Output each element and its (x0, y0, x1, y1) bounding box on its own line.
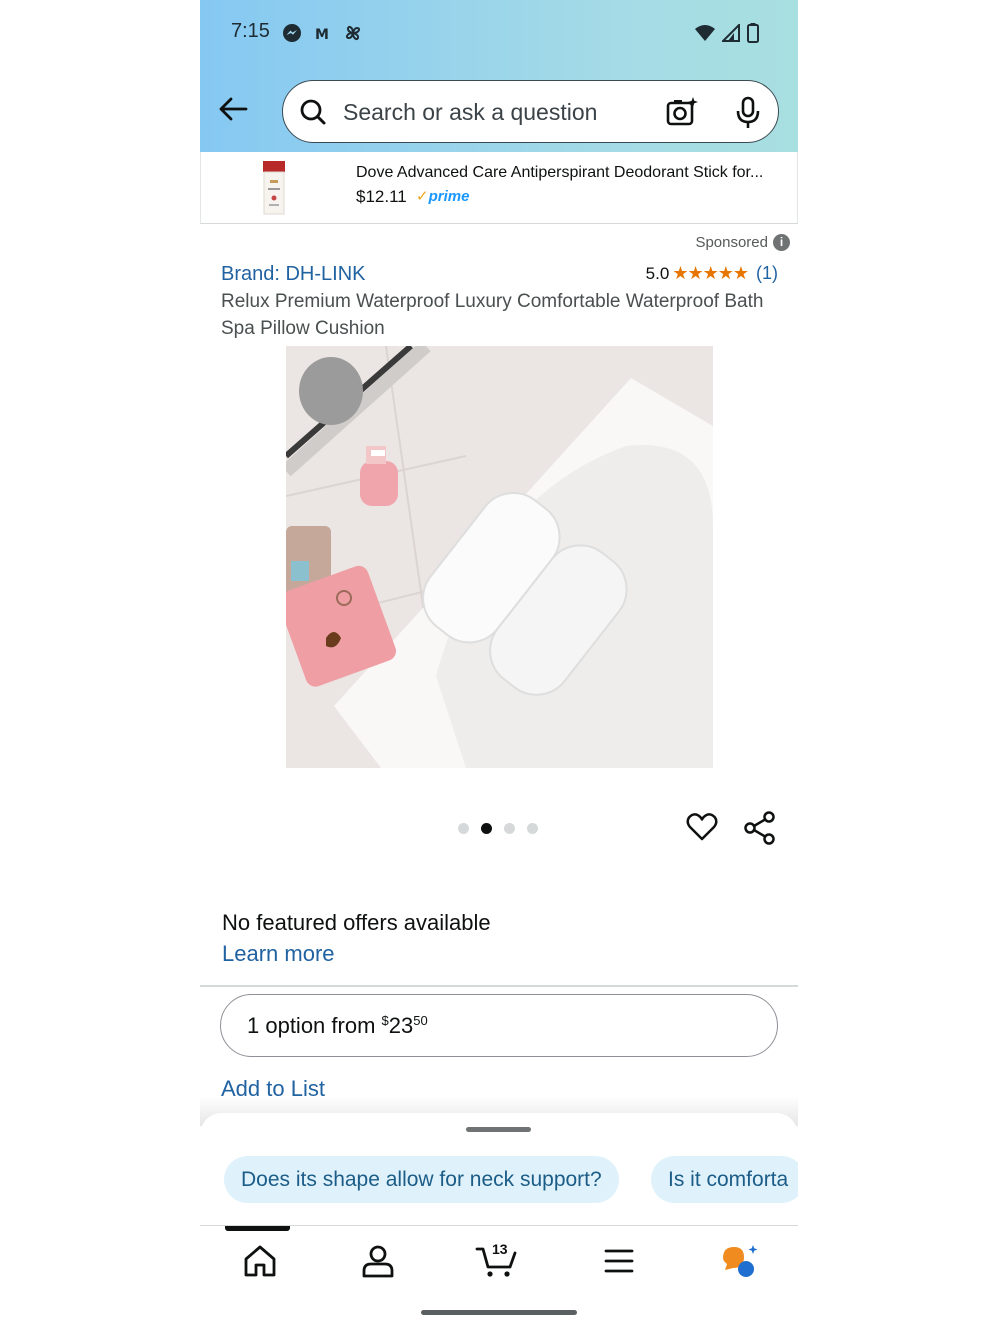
sponsored-product-strip[interactable]: Dove Advanced Care Antiperspirant Deodor… (200, 152, 798, 224)
options-price-whole: 23 (388, 1013, 414, 1038)
prime-badge: ✓prime (416, 187, 469, 205)
app-screen: 7:15 M Search or ask a question Dove Adv… (200, 0, 798, 1330)
account-icon[interactable] (358, 1243, 398, 1279)
battery-icon (747, 23, 759, 43)
active-tab-indicator (225, 1226, 290, 1231)
menu-icon[interactable] (599, 1243, 639, 1279)
options-button[interactable]: 1 option from $2350 (220, 994, 778, 1057)
pager-dot[interactable] (504, 823, 515, 834)
options-currency: $ (381, 1013, 389, 1028)
pager-dot-active[interactable] (481, 823, 492, 834)
rating-value: 5.0 (645, 263, 670, 283)
mic-icon[interactable] (734, 96, 762, 130)
home-icon[interactable] (240, 1243, 280, 1279)
pager-dot[interactable] (458, 823, 469, 834)
star-rating-icon: ★★★★★ (672, 263, 749, 283)
sponsored-label[interactable]: Sponsored i (695, 234, 790, 251)
options-prefix: 1 option from (247, 1013, 382, 1038)
heart-icon[interactable] (685, 810, 719, 844)
rufus-suggestion-sheet: Does its shape allow for neck support? I… (200, 1113, 798, 1225)
back-arrow-icon[interactable] (216, 92, 250, 126)
pinwheel-icon (345, 25, 361, 41)
prime-label: prime (428, 188, 470, 205)
search-icon (300, 99, 326, 125)
ad-product-title[interactable]: Dove Advanced Care Antiperspirant Deodor… (356, 164, 763, 182)
product-title: Relux Premium Waterproof Luxury Comforta… (221, 291, 764, 339)
wifi-icon (695, 25, 715, 41)
status-icons-right (694, 22, 760, 44)
status-icons-left: M (282, 22, 364, 44)
gesture-home-bar[interactable] (421, 1310, 577, 1315)
messenger-icon (283, 24, 301, 42)
no-offers-text: No featured offers available (222, 910, 491, 935)
rufus-icon[interactable] (719, 1243, 759, 1279)
divider (200, 985, 798, 987)
info-icon[interactable]: i (773, 234, 790, 251)
deodorant-product-thumbnail (263, 161, 285, 215)
sheet-drag-handle[interactable] (466, 1127, 531, 1132)
svg-text:M: M (315, 27, 329, 42)
share-icon[interactable] (743, 810, 777, 846)
camera-icon[interactable] (665, 95, 699, 129)
search-input[interactable]: Search or ask a question (343, 99, 597, 126)
learn-more-link[interactable]: Learn more (222, 941, 335, 967)
search-bar[interactable]: Search or ask a question (282, 80, 779, 143)
header: 7:15 M Search or ask a question (200, 0, 798, 152)
signal-icon (722, 24, 740, 42)
brand-link[interactable]: Brand: DH-LINK (221, 263, 366, 286)
ad-product-price: $12.11 (356, 187, 407, 206)
rating-count[interactable]: (1) (756, 263, 778, 284)
sponsored-text: Sponsored (695, 234, 768, 251)
pager-dot[interactable] (527, 823, 538, 834)
suggestion-chip[interactable]: Is it comforta (651, 1156, 798, 1203)
product-image[interactable] (286, 346, 713, 768)
status-time: 7:15 (231, 20, 270, 42)
cart-button[interactable]: 13 (475, 1241, 517, 1279)
suggestion-chip[interactable]: Does its shape allow for neck support? (224, 1156, 619, 1203)
gmail-icon: M (315, 27, 329, 42)
cart-count: 13 (492, 1241, 508, 1257)
image-pager[interactable] (458, 823, 538, 834)
options-label: 1 option from $2350 (247, 1013, 428, 1039)
product-rating[interactable]: 5.0 ★★★★★ (1) (646, 263, 778, 284)
prime-check-icon: ✓ (416, 188, 429, 205)
options-price-cents: 50 (413, 1013, 428, 1028)
